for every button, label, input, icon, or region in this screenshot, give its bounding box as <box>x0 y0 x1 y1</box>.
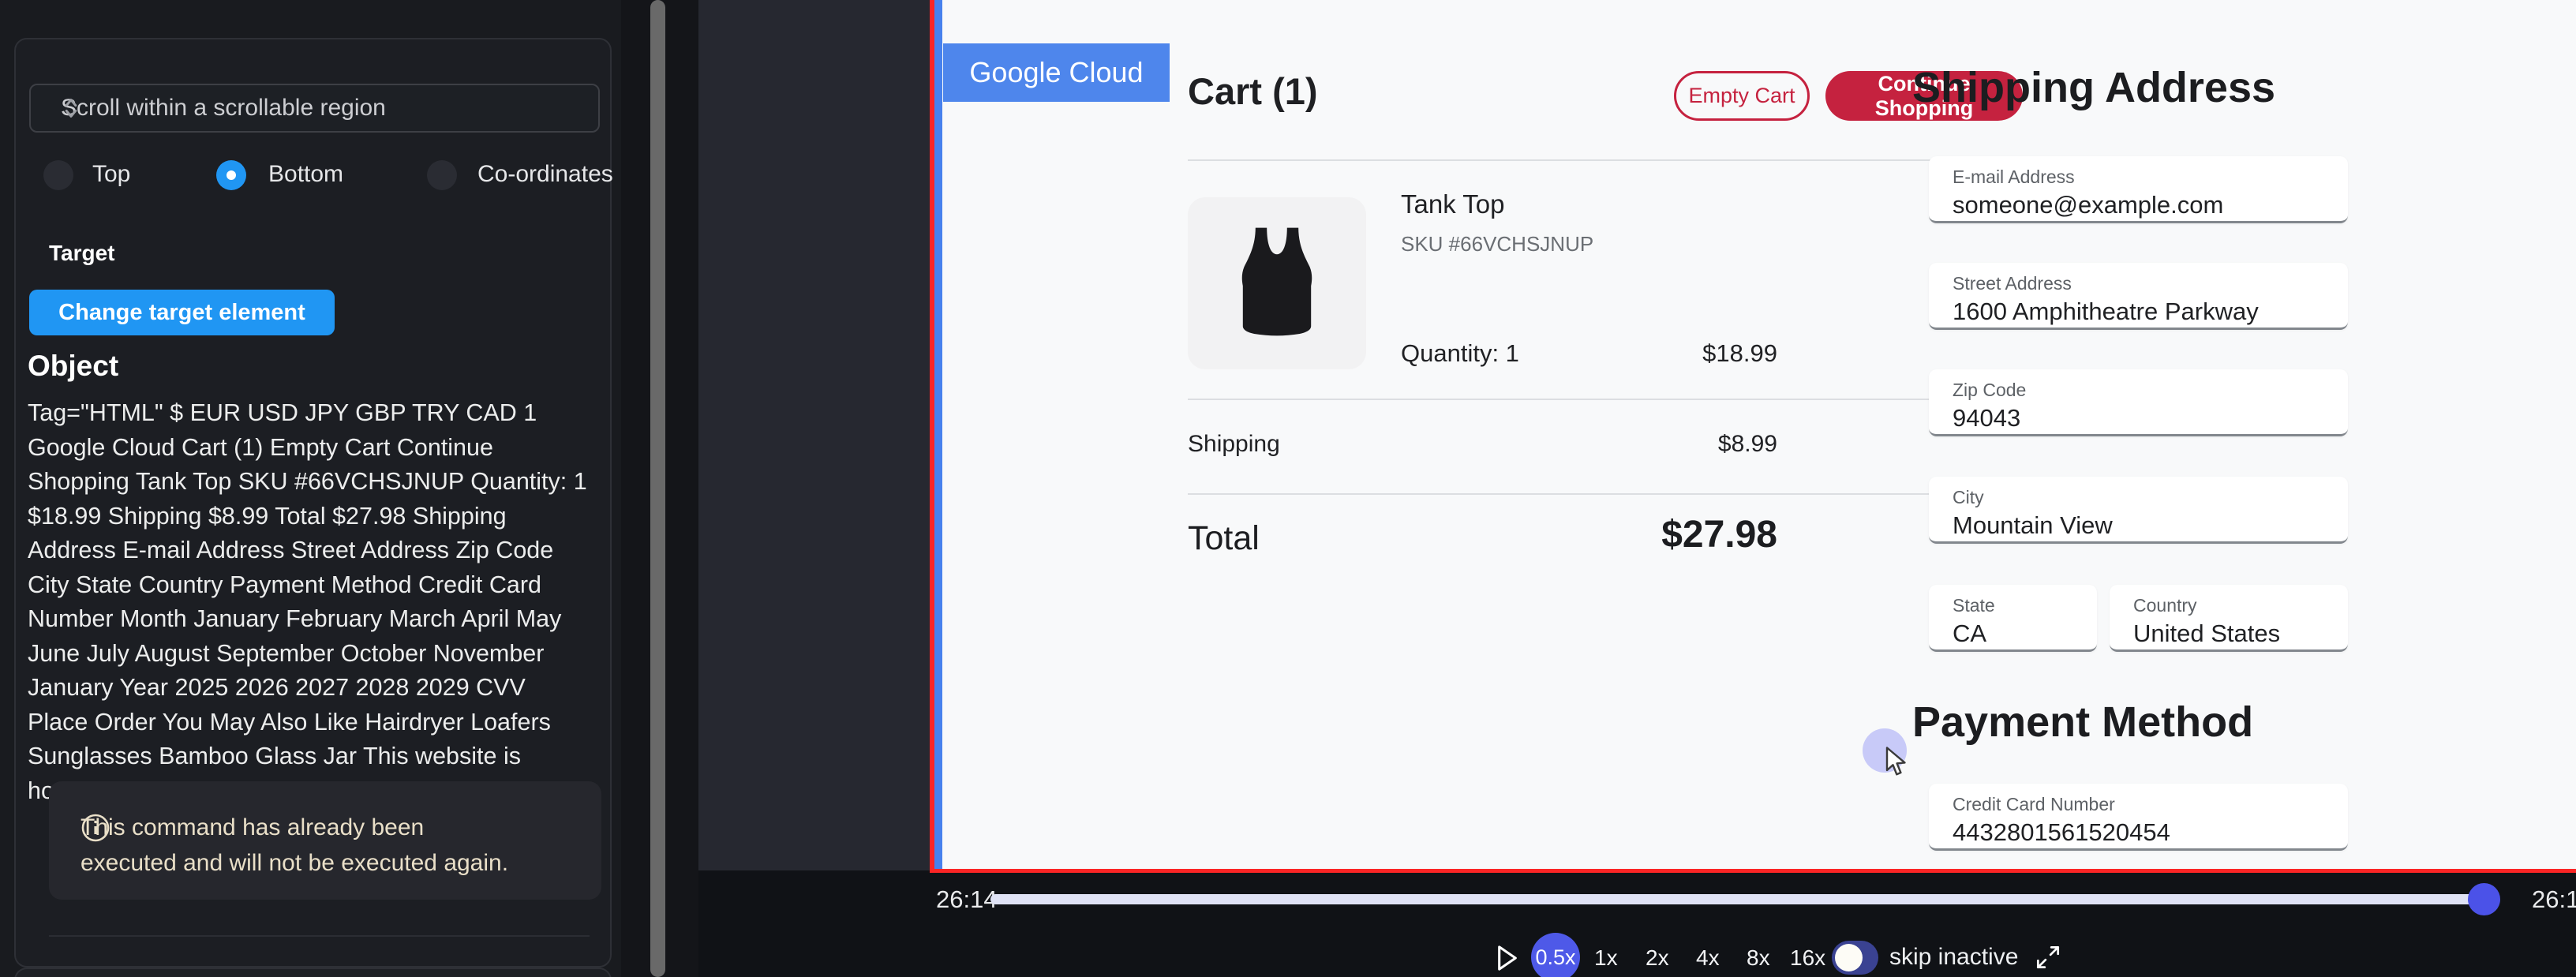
command-panel: Scroll within a scrollable region Top Bo… <box>14 38 612 968</box>
state-field[interactable]: State CA <box>1929 585 2097 652</box>
field-value: someone@example.com <box>1953 191 2223 219</box>
divider <box>1188 159 2023 161</box>
element-highlight-red-bottom <box>930 869 2576 873</box>
speed-0-5x-button[interactable]: 0.5x <box>1531 933 1580 977</box>
field-value: United States <box>2133 620 2280 648</box>
skip-inactive-toggle[interactable] <box>1832 941 1878 975</box>
speed-4x-button[interactable]: 4x <box>1696 945 1720 971</box>
command-type-value: Scroll within a scrollable region <box>61 95 386 122</box>
field-label: Credit Card Number <box>1953 794 2115 815</box>
sidebar-scrollbar-thumb[interactable] <box>650 0 665 977</box>
object-heading: Object <box>28 350 118 383</box>
tank-top-image <box>1214 216 1340 350</box>
shipping-cost-value: $8.99 <box>1718 431 1777 458</box>
field-label: Zip Code <box>1953 380 2026 401</box>
command-type-select[interactable]: Scroll within a scrollable region <box>29 84 600 133</box>
speed-1x-button[interactable]: 1x <box>1594 945 1618 971</box>
sidebar: Scroll within a scrollable region Top Bo… <box>0 0 621 977</box>
shipping-address-heading: Shipping Address <box>1912 63 2275 112</box>
target-section-label: Target <box>49 241 115 266</box>
radio-top[interactable] <box>43 160 73 190</box>
brand-badge: Google Cloud <box>943 43 1170 102</box>
street-address-field[interactable]: Street Address 1600 Amphitheatre Parkway <box>1929 263 2348 330</box>
field-label: Street Address <box>1953 273 2072 294</box>
field-value: Mountain View <box>1953 511 2113 540</box>
item-name: Tank Top <box>1401 189 1504 219</box>
field-value: 94043 <box>1953 404 2020 432</box>
field-value: 4432801561520454 <box>1953 818 2170 847</box>
radio-bottom-label: Bottom <box>268 161 343 188</box>
city-field[interactable]: City Mountain View <box>1929 477 2348 544</box>
speed-8x-button[interactable]: 8x <box>1747 945 1770 971</box>
app-window: Scroll within a scrollable region Top Bo… <box>0 0 2576 977</box>
next-panel-edge <box>14 968 612 977</box>
country-field[interactable]: Country United States <box>2110 585 2348 652</box>
cart-title: Cart (1) <box>1188 69 1318 113</box>
current-time: 26:14 <box>936 885 998 914</box>
field-value: CA <box>1953 620 1986 648</box>
total-value: $27.98 <box>1661 513 1777 556</box>
replay-stage-background <box>698 0 930 870</box>
empty-cart-button[interactable]: Empty Cart <box>1674 71 1810 121</box>
cursor-icon <box>1885 747 1913 780</box>
field-label: City <box>1953 487 1984 508</box>
radio-bottom[interactable] <box>216 160 246 190</box>
item-price: $18.99 <box>1702 339 1777 368</box>
element-highlight-red-left <box>930 0 934 872</box>
play-button[interactable] <box>1494 944 1521 972</box>
zip-code-field[interactable]: Zip Code 94043 <box>1929 369 2348 436</box>
sidebar-divider <box>49 935 590 937</box>
unfold-icon <box>61 96 81 120</box>
element-highlight-blue <box>934 0 942 869</box>
skip-inactive-label: skip inactive <box>1889 944 2018 971</box>
timeline-knob[interactable] <box>2468 883 2500 915</box>
radio-coordinates[interactable] <box>427 160 457 190</box>
scroll-position-options: Top Bottom Co-ordinates <box>29 158 600 193</box>
end-time: 26:1 <box>2532 885 2576 914</box>
radio-top-label: Top <box>92 161 130 188</box>
payment-method-heading: Payment Method <box>1912 698 2253 747</box>
item-quantity: Quantity: 1 <box>1401 339 1519 368</box>
target-section-divider: Target <box>49 241 590 265</box>
shipping-cost-label: Shipping <box>1188 431 1280 458</box>
total-label: Total <box>1188 519 1260 558</box>
execution-notice-text: This command has already been executed a… <box>80 810 522 881</box>
field-value: 1600 Amphitheatre Parkway <box>1953 298 2259 326</box>
divider <box>1188 493 2023 495</box>
email-field[interactable]: E-mail Address someone@example.com <box>1929 156 2348 223</box>
change-target-button[interactable]: Change target element <box>29 290 335 335</box>
speed-2x-button[interactable]: 2x <box>1646 945 1669 971</box>
cart-section: Cart (1) Empty Cart Continue Shopping Ta… <box>1188 0 1777 869</box>
execution-notice: This command has already been executed a… <box>49 781 601 900</box>
speed-16x-button[interactable]: 16x <box>1790 945 1825 971</box>
field-label: Country <box>2133 595 2197 616</box>
radio-coordinates-label: Co-ordinates <box>477 161 613 188</box>
field-label: E-mail Address <box>1953 167 2075 188</box>
item-sku: SKU #66VCHSJNUP <box>1401 232 1593 256</box>
credit-card-number-field[interactable]: Credit Card Number 4432801561520454 <box>1929 784 2348 851</box>
field-label: State <box>1953 595 1995 616</box>
object-description: Tag="HTML" $ EUR USD JPY GBP TRY CAD 1 G… <box>28 396 591 808</box>
timeline-track[interactable] <box>990 894 2484 904</box>
divider <box>1188 399 2023 400</box>
product-image <box>1188 197 1366 369</box>
fullscreen-icon[interactable] <box>2033 942 2063 972</box>
toggle-knob <box>1835 944 1863 971</box>
replayed-page: Google Cloud Cart (1) Empty Cart Continu… <box>942 0 2576 869</box>
